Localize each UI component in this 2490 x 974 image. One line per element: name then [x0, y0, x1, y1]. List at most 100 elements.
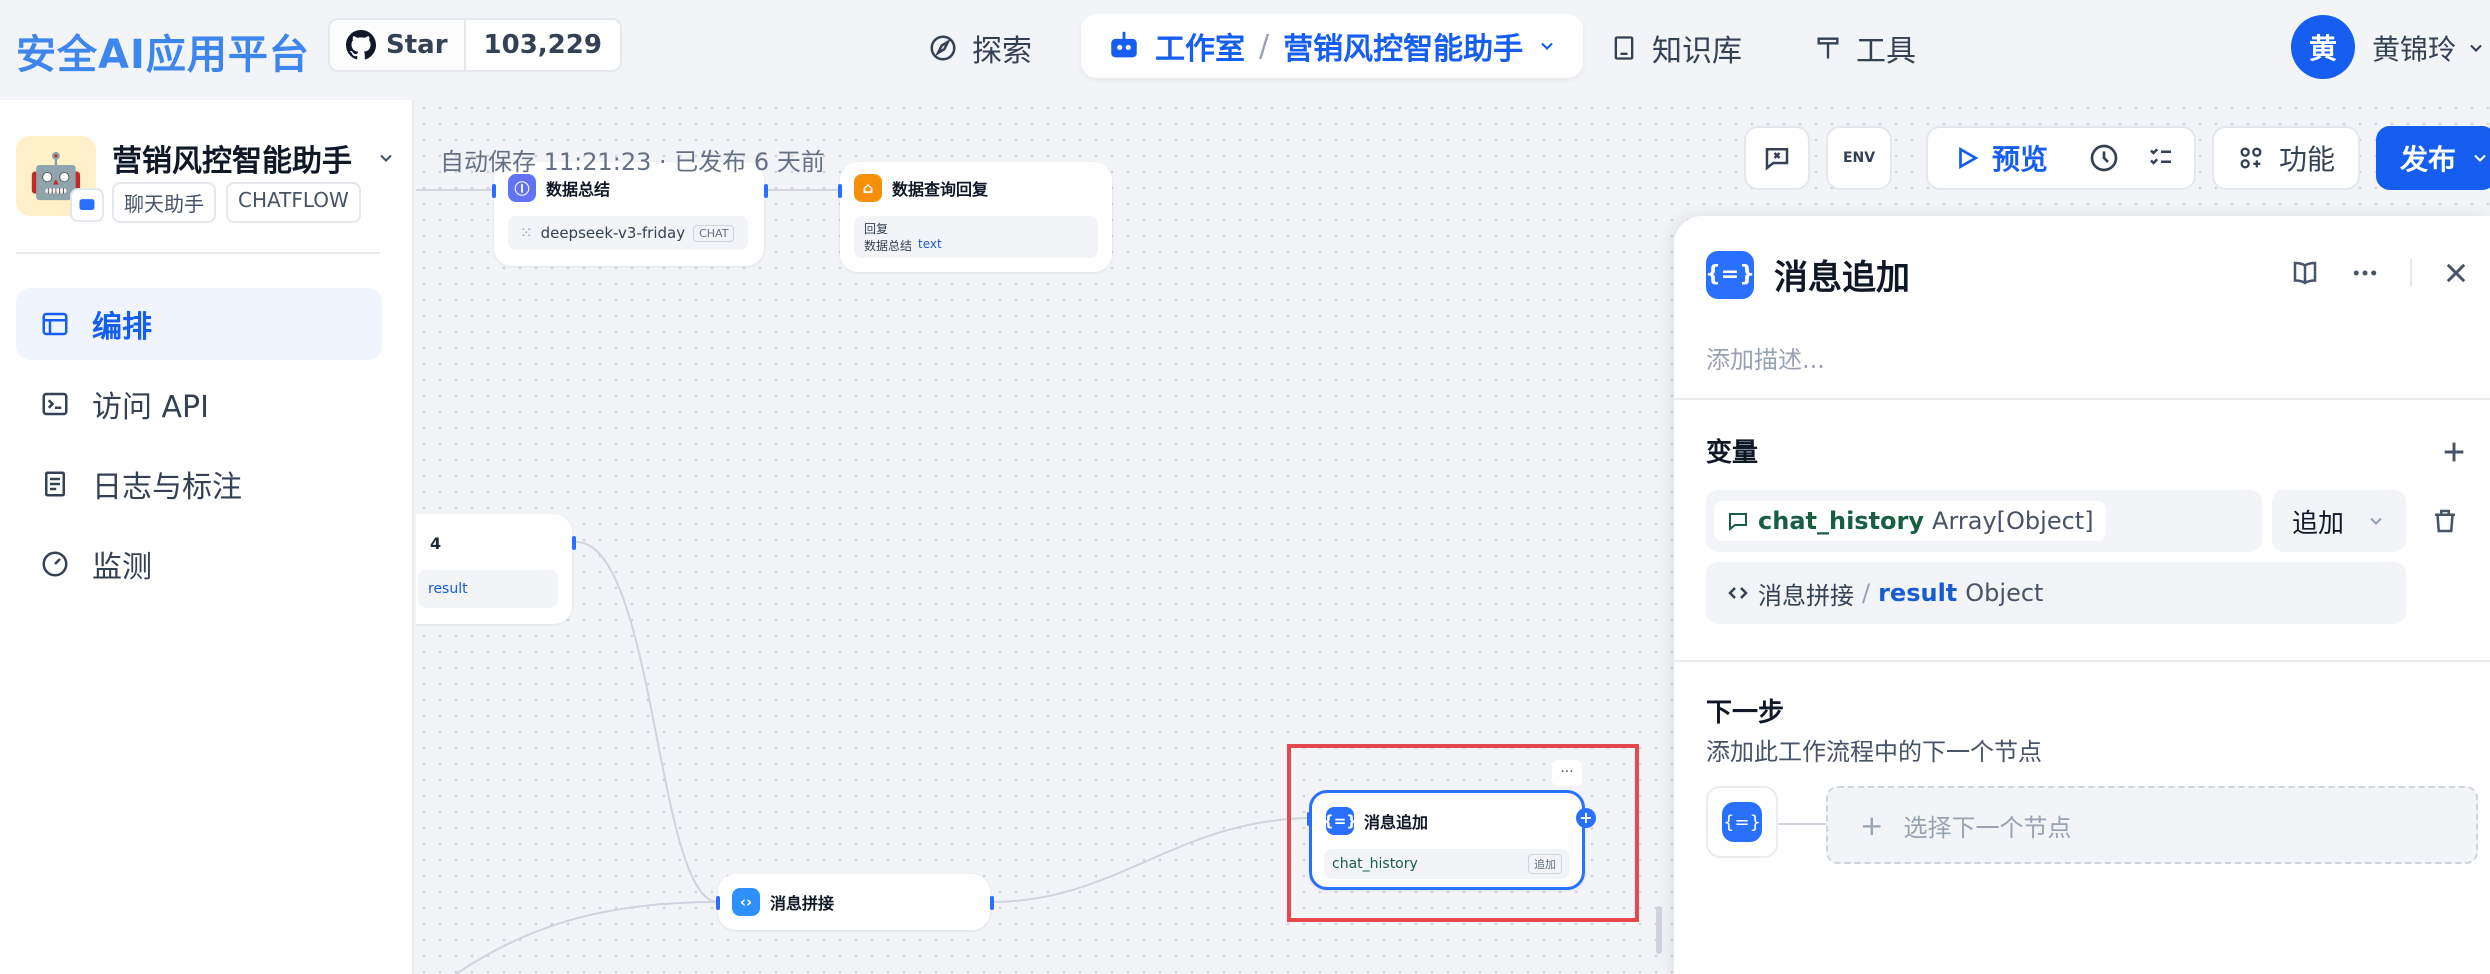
sidebar-item-monitor[interactable]: 监测 — [16, 528, 382, 600]
port[interactable] — [990, 896, 994, 910]
selection-highlight — [1287, 744, 1639, 922]
checklist-button[interactable] — [1744, 126, 1810, 190]
message-icon — [1729, 513, 1747, 532]
sidebar-item-label: 日志与标注 — [92, 470, 242, 505]
sidebar-item-api[interactable]: 访问 API — [16, 368, 382, 440]
sidebar-item-logs[interactable]: 日志与标注 — [16, 448, 382, 520]
sidebar-item-label: 访问 API — [92, 390, 209, 425]
layout-icon — [42, 312, 68, 336]
node-reply-var: 数据总结 text — [864, 237, 942, 254]
connector-line — [1778, 823, 1826, 825]
compass-icon — [930, 35, 956, 61]
sidebar: 🤖 营销风控智能助手 聊天助手 CHATFLOW 编排 访问 API 日志与标注 — [0, 100, 414, 974]
nav-studio[interactable]: 工作室 / 营销风控智能助手 — [1081, 14, 1584, 78]
github-star-widget[interactable]: Star 103,229 — [328, 18, 622, 72]
app-header[interactable]: 🤖 营销风控智能助手 聊天助手 CHATFLOW — [16, 136, 396, 223]
port[interactable] — [764, 184, 768, 198]
llm-icon: Ⓘ — [508, 174, 536, 202]
username: 黄锦玲 — [2372, 33, 2457, 66]
node-summary[interactable]: Ⓘ 数据总结 ⁙ deepseek-v3-friday CHAT — [494, 162, 764, 266]
sidebar-item-label: 编排 — [92, 310, 152, 345]
autosave-status: 自动保存 11:21:23 · 已发布 6 天前 — [440, 148, 825, 176]
add-icon[interactable] — [2440, 438, 2468, 466]
description-input[interactable]: 添加描述... — [1706, 340, 1825, 375]
port[interactable] — [838, 184, 842, 198]
node-reply-header: ⌂ 数据查询回复 — [854, 174, 988, 202]
app-name-text: 营销风控智能助手 — [112, 144, 352, 179]
node-partial-var-name: result — [428, 581, 468, 597]
node-partial-var: result — [418, 570, 558, 608]
chat-badge-icon — [70, 188, 104, 222]
log-icon — [45, 471, 65, 497]
reply-icon: ⌂ — [854, 174, 882, 202]
github-star-count[interactable]: 103,229 — [466, 20, 620, 70]
book-icon — [1614, 36, 1634, 60]
variable-name: chat_history — [1758, 507, 1925, 535]
nav-explore[interactable]: 探索 — [928, 22, 1032, 74]
avatar[interactable]: 黄 — [2291, 15, 2355, 79]
features-label: 功能 — [2278, 143, 2335, 176]
gauge-icon — [42, 551, 68, 577]
publish-button[interactable]: 发布 — [2376, 126, 2490, 190]
assigned-variable-field[interactable]: chat_history Array[Object] — [1706, 490, 2262, 552]
app-name[interactable]: 营销风控智能助手 — [112, 136, 396, 180]
plus-icon: + — [1860, 808, 1884, 842]
source-variable-field[interactable]: 消息拼接 / result Object — [1706, 562, 2406, 624]
sidebar-menu: 编排 访问 API 日志与标注 监测 — [16, 288, 382, 608]
close-icon[interactable] — [2442, 259, 2470, 287]
nav-current-app[interactable]: 营销风控智能助手 — [1283, 24, 1523, 68]
github-star-button[interactable]: Star — [330, 20, 466, 70]
book-open-icon[interactable] — [2290, 258, 2320, 288]
nav-knowledge-label: 知识库 — [1652, 34, 1742, 69]
checklist-icon[interactable] — [2146, 143, 2176, 173]
select-next-node-button[interactable]: + 选择下一个节点 — [1826, 786, 2478, 864]
nav-tools-label: 工具 — [1856, 34, 1916, 69]
play-icon — [1959, 146, 1979, 170]
nav-studio-label[interactable]: 工作室 — [1155, 24, 1245, 68]
panel-header: {=} 消息追加 — [1705, 250, 1910, 299]
node-summary-model-tag: CHAT — [693, 224, 735, 242]
node-partial[interactable]: 4 result — [416, 514, 572, 624]
port[interactable] — [716, 896, 720, 910]
variable-icon: {=} — [1705, 250, 1755, 299]
port[interactable] — [492, 184, 496, 198]
preview-button[interactable]: 预览 — [1954, 138, 2048, 178]
code-icon — [1728, 587, 1748, 599]
source-variable-type: Object — [1965, 579, 2044, 607]
trash-icon[interactable] — [2430, 506, 2460, 536]
node-summary-header: Ⓘ 数据总结 — [508, 174, 610, 202]
chevron-down-icon[interactable] — [376, 148, 396, 168]
source-separator: / — [1862, 579, 1871, 607]
canvas-scrollbar[interactable] — [1656, 906, 1662, 954]
terminal-icon — [42, 392, 68, 416]
env-button[interactable]: ENV — [1826, 126, 1892, 190]
source-node-name: 消息拼接 — [1758, 581, 1854, 610]
app-tags: 聊天助手 CHATFLOW — [112, 182, 361, 223]
variables-section-title: 变量 — [1706, 438, 1759, 468]
hammer-icon — [1817, 37, 1839, 59]
select-next-node-label: 选择下一个节点 — [1903, 813, 2072, 842]
node-reply[interactable]: ⌂ 数据查询回复 回复 数据总结 text — [840, 162, 1112, 272]
chevron-down-icon — [2470, 44, 2482, 52]
operation-select[interactable]: 追加 — [2272, 490, 2406, 552]
more-icon[interactable] — [2350, 258, 2380, 288]
chevron-down-icon[interactable] — [1537, 36, 1557, 56]
divider — [16, 252, 380, 254]
panel-title[interactable]: 消息追加 — [1774, 250, 1910, 299]
sidebar-item-orchestrate[interactable]: 编排 — [16, 288, 382, 360]
port[interactable] — [572, 536, 576, 550]
preview-group: 预览 — [1926, 126, 2196, 190]
node-concat-title: 消息拼接 — [770, 894, 835, 913]
node-reply-body: 回复 数据总结 text — [854, 216, 1098, 258]
user-menu[interactable]: 黄锦玲 — [2372, 28, 2486, 68]
next-step-title: 下一步 — [1706, 698, 1785, 728]
features-button[interactable]: 功能 — [2212, 126, 2360, 190]
brand-logo[interactable]: 安全AI应用平台 — [16, 22, 310, 80]
variable-type: Array[Object] — [1932, 507, 2094, 535]
nav-knowledge[interactable]: 知识库 — [1610, 22, 1742, 74]
node-concat-header: ‹› 消息拼接 — [732, 888, 834, 916]
app-tag: 聊天助手 — [112, 182, 216, 223]
nav-tools[interactable]: 工具 — [1814, 22, 1916, 74]
node-concat[interactable]: ‹› 消息拼接 — [718, 874, 990, 930]
history-icon[interactable] — [2088, 142, 2120, 174]
